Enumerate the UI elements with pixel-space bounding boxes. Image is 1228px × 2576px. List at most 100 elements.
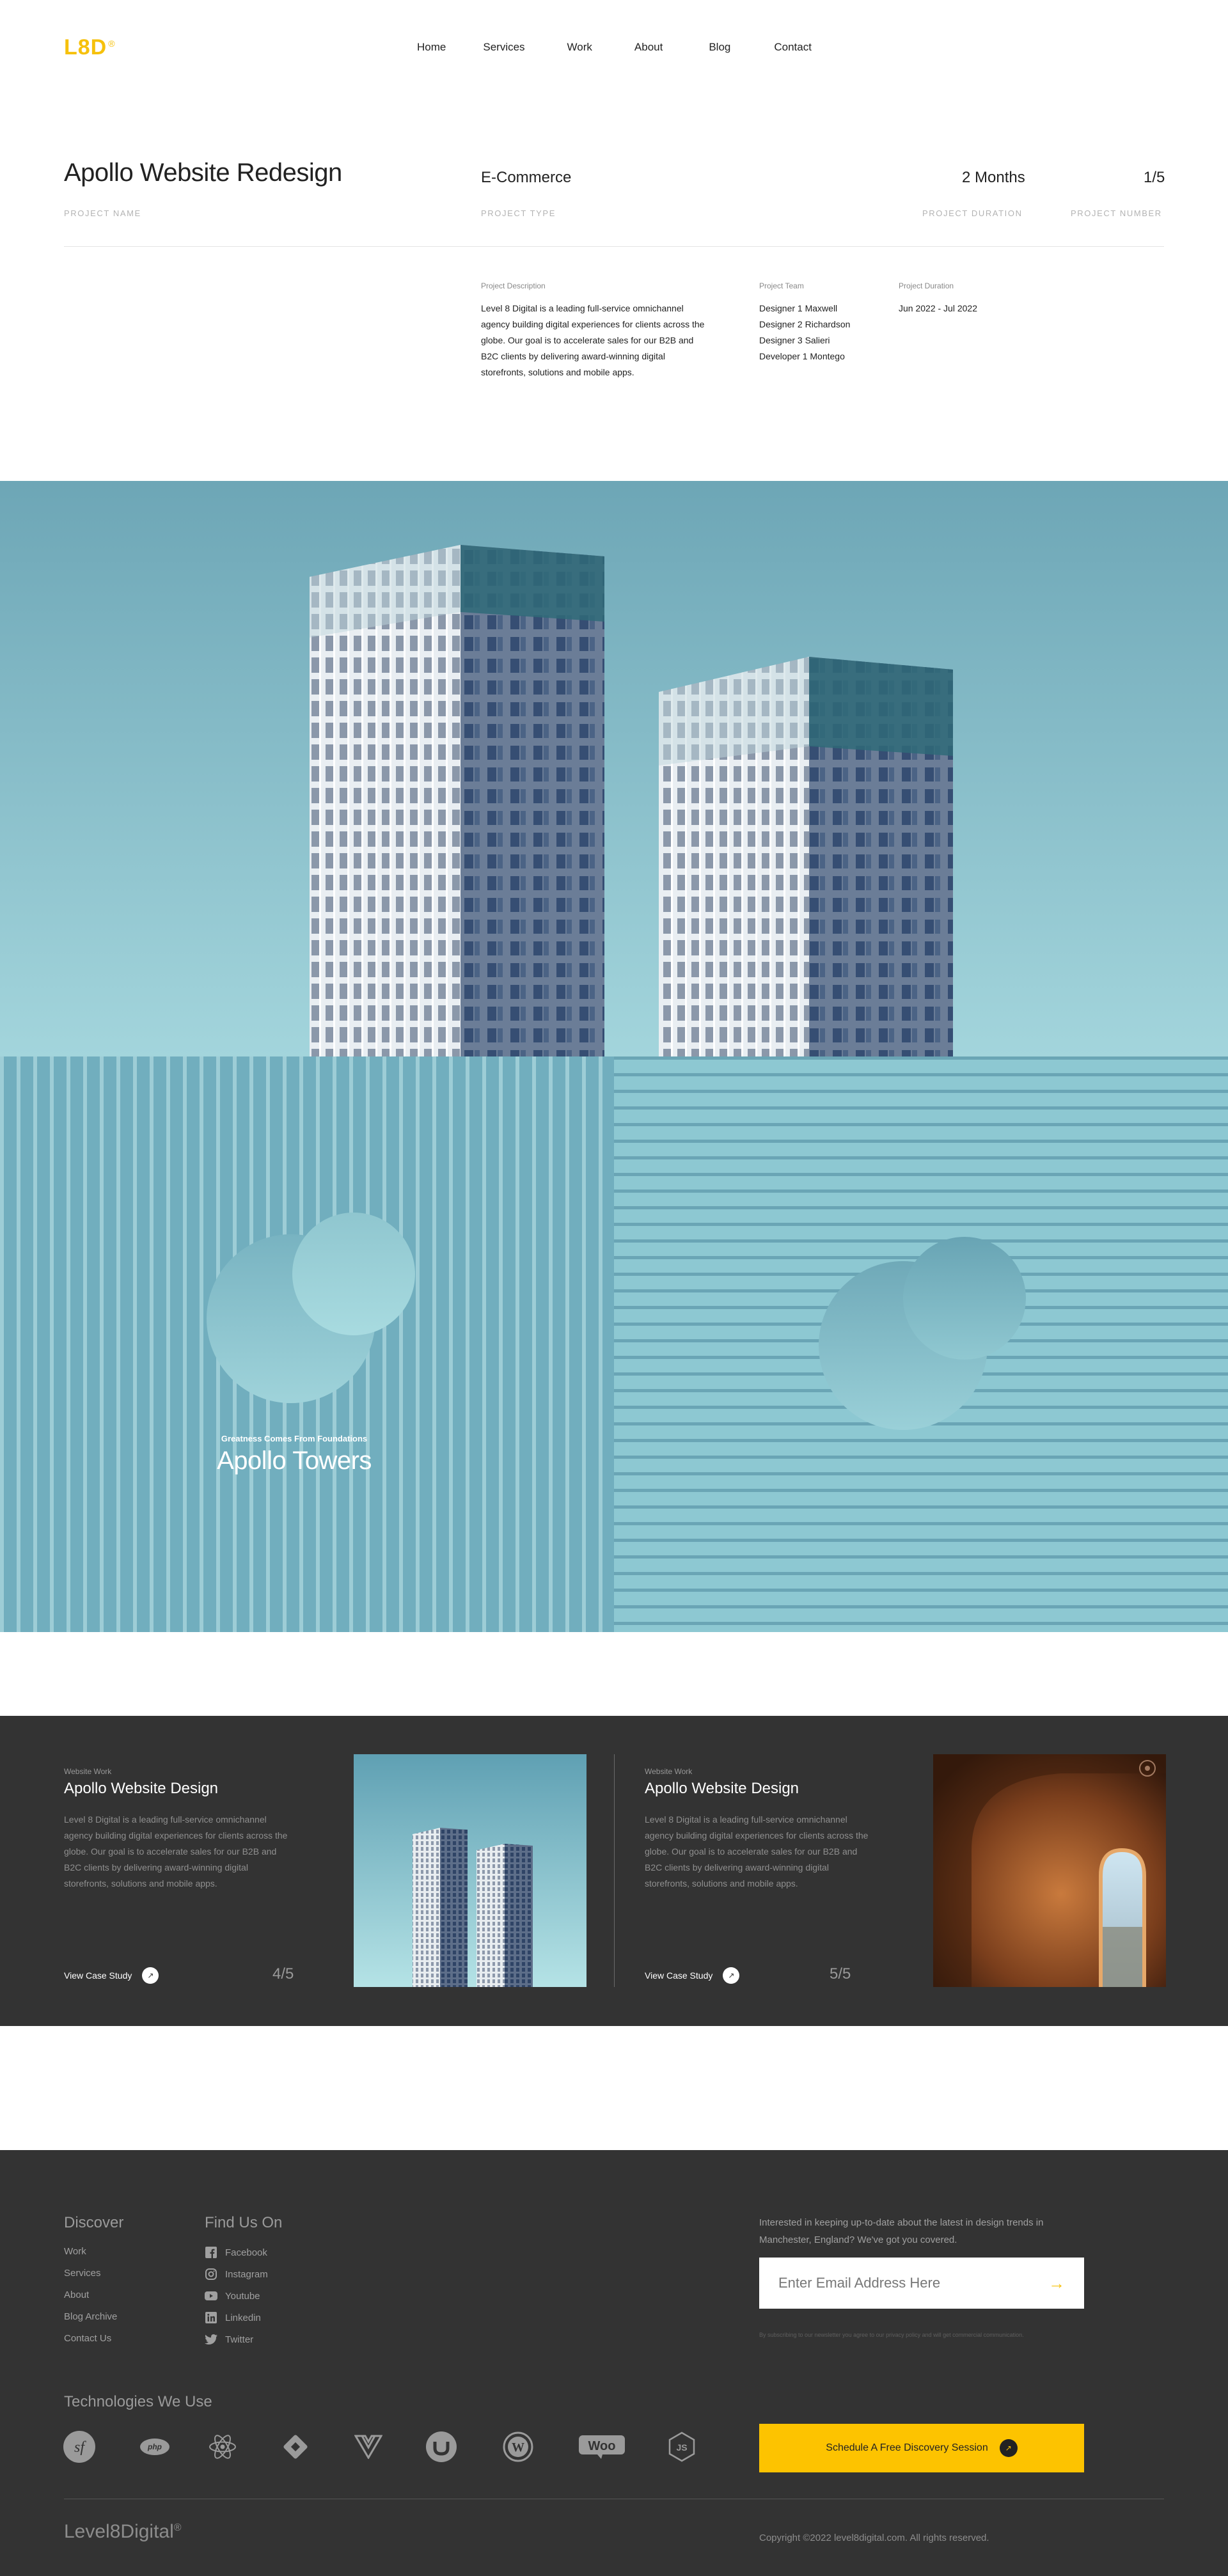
archway-thumbnail <box>933 1754 1166 1987</box>
footer-link-about[interactable]: About <box>64 2289 89 2300</box>
nav-home[interactable]: Home <box>417 41 446 54</box>
social-label: Twitter <box>225 2334 254 2345</box>
related-work-section: Website Work Apollo Website Design Level… <box>0 1716 1228 2026</box>
newsletter-text: Interested in keeping up-to-date about t… <box>759 2217 1044 2245</box>
diamond-icon <box>278 2429 313 2465</box>
site-footer: Discover Work Services About Blog Archiv… <box>0 2150 1228 2576</box>
footer-link-contact[interactable]: Contact Us <box>64 2333 111 2344</box>
svg-text:Woo: Woo <box>588 2439 616 2453</box>
dates-heading: Project Duration <box>899 281 954 290</box>
view-case-study-button[interactable]: View Case Study ↗ <box>645 1967 740 1984</box>
facebook-icon <box>205 2246 217 2259</box>
divider <box>64 246 1164 247</box>
arrow-icon: ↗ <box>999 2439 1018 2457</box>
card-number: 5/5 <box>830 1965 851 1983</box>
newsletter-form: → <box>759 2258 1084 2309</box>
card-number: 4/5 <box>272 1965 294 1983</box>
vertical-stripes-illustration <box>0 1056 614 1632</box>
nodejs-icon: JS <box>664 2429 700 2465</box>
logo[interactable]: L8D ® <box>64 35 116 60</box>
symfony-icon: sf <box>61 2429 97 2465</box>
submit-arrow-icon[interactable]: → <box>1048 2274 1065 2293</box>
social-facebook[interactable]: Facebook <box>205 2246 267 2259</box>
discovery-session-button[interactable]: Schedule A Free Discovery Session ↗ <box>759 2424 1084 2472</box>
cta-label: View Case Study <box>64 1970 132 1981</box>
umbraco-icon <box>423 2429 459 2465</box>
feature-title: Apollo Towers <box>217 1447 372 1475</box>
vue-icon <box>350 2429 386 2465</box>
youtube-icon <box>205 2289 217 2302</box>
newsletter-disclaimer: By subscribing to our newsletter you agr… <box>759 2332 1024 2338</box>
svg-text:JS: JS <box>676 2442 687 2453</box>
social-instagram[interactable]: Instagram <box>205 2268 268 2281</box>
project-name-label: PROJECT NAME <box>64 208 141 218</box>
feature-kicker: Greatness Comes From Foundations <box>221 1434 368 1443</box>
horizontal-stripes-illustration <box>614 1056 1228 1632</box>
team-member: Designer 1 Maxwell <box>759 303 838 313</box>
tech-heading: Technologies We Use <box>64 2393 212 2410</box>
card-kicker: Website Work <box>64 1767 112 1776</box>
card-separator <box>614 1754 615 1987</box>
react-icon <box>205 2429 240 2465</box>
card-title[interactable]: Apollo Website Design <box>64 1780 218 1798</box>
copyright: Copyright ©2022 level8digital.com. All r… <box>759 2533 989 2543</box>
social-label: Youtube <box>225 2290 260 2302</box>
footer-link-work[interactable]: Work <box>64 2246 86 2257</box>
project-type-label: PROJECT TYPE <box>481 208 556 218</box>
project-type: E-Commerce <box>481 169 572 186</box>
site-header: L8D ® Home Services Work About Blog Conta… <box>0 0 1228 102</box>
hero-image <box>0 481 1228 1056</box>
towers-illustration <box>0 481 1228 1056</box>
card-image-towers[interactable] <box>354 1754 586 1987</box>
social-linkedin[interactable]: Linkedin <box>205 2311 261 2324</box>
discover-heading: Discover <box>64 2214 124 2231</box>
team-member: Designer 2 Richardson <box>759 319 851 329</box>
nav-blog[interactable]: Blog <box>709 41 730 54</box>
cta-label: View Case Study <box>645 1970 713 1981</box>
email-input[interactable] <box>778 2275 1042 2291</box>
project-duration: 2 Months <box>962 169 1025 186</box>
feature-left-panel: Greatness Comes From Foundations Apollo … <box>0 1056 614 1632</box>
team-heading: Project Team <box>759 281 804 290</box>
svg-text:php: php <box>147 2442 162 2451</box>
project-duration-label: PROJECT DURATION <box>922 208 1023 218</box>
footer-link-blog-archive[interactable]: Blog Archive <box>64 2311 117 2322</box>
project-dates: Jun 2022 - Jul 2022 <box>899 303 977 313</box>
card-kicker: Website Work <box>645 1767 693 1776</box>
project-number: 1/5 <box>1144 169 1165 186</box>
project-description: Level 8 Digital is a leading full-servic… <box>481 303 705 377</box>
nav-services[interactable]: Services <box>483 41 524 54</box>
team-member: Developer 1 Montego <box>759 351 845 361</box>
cta-label: Schedule A Free Discovery Session <box>826 2442 988 2453</box>
social-twitter[interactable]: Twitter <box>205 2333 253 2346</box>
woocommerce-icon: Woo <box>578 2429 626 2465</box>
php-icon: php <box>137 2429 173 2465</box>
card-description: Level 8 Digital is a leading full-servic… <box>645 1814 869 1889</box>
feature-right-panel <box>614 1056 1228 1632</box>
wordpress-icon: W <box>500 2429 536 2465</box>
social-label: Instagram <box>225 2268 268 2280</box>
card-description: Level 8 Digital is a leading full-servic… <box>64 1814 288 1889</box>
nav-contact[interactable]: Contact <box>774 41 812 54</box>
feature-split: Greatness Comes From Foundations Apollo … <box>0 1056 1228 1632</box>
nav-about[interactable]: About <box>634 41 663 54</box>
social-label: Linkedin <box>225 2312 261 2323</box>
svg-text:W: W <box>512 2440 524 2454</box>
project-name: Apollo Website Redesign <box>64 159 342 187</box>
card-title[interactable]: Apollo Website Design <box>645 1780 799 1798</box>
project-number-label: PROJECT NUMBER <box>1071 208 1162 218</box>
arrow-icon: ↗ <box>142 1967 159 1984</box>
towers-thumbnail <box>354 1754 586 1987</box>
nav-work[interactable]: Work <box>567 41 592 54</box>
team-member: Designer 3 Salieri <box>759 335 830 345</box>
linkedin-icon <box>205 2311 217 2324</box>
instagram-icon <box>205 2268 217 2281</box>
footer-link-services[interactable]: Services <box>64 2268 101 2279</box>
social-youtube[interactable]: Youtube <box>205 2289 260 2302</box>
card-image-archway[interactable] <box>933 1754 1166 1987</box>
view-case-study-button[interactable]: View Case Study ↗ <box>64 1967 159 1984</box>
description-heading: Project Description <box>481 281 546 290</box>
twitter-icon <box>205 2333 217 2346</box>
footer-brand[interactable]: Level8Digital® <box>64 2521 182 2543</box>
main-nav: Home Services Work About Blog Contact <box>417 41 849 54</box>
